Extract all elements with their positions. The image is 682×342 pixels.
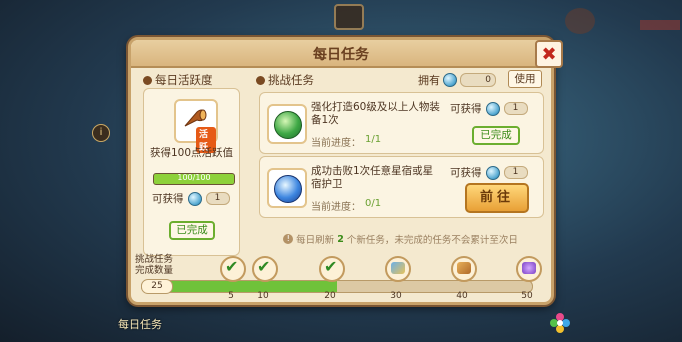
gem-icon: [485, 165, 500, 180]
close-icon: ✖: [541, 43, 557, 65]
side-info-icon[interactable]: i: [92, 124, 110, 142]
task-reward-count: 1: [503, 166, 528, 179]
refresh-notice: ! 每日刷新 2 个新任务，未完成的任务不会累计至次日: [263, 232, 538, 246]
own-label: 拥有: [418, 74, 440, 87]
milestone-reward-10[interactable]: ✔: [252, 256, 278, 282]
info-icon: !: [283, 234, 294, 244]
task-progress-label: 当前进度：: [311, 138, 361, 149]
reward-chest-icon: [391, 262, 405, 274]
notice-prefix: 每日刷新: [296, 235, 335, 246]
task-go-button[interactable]: 前往: [465, 183, 529, 213]
gem-icon: [443, 73, 457, 87]
task-progress-label: 当前进度：: [311, 202, 361, 213]
task-name: 成功击败1次任意星宿或星宿护卫: [311, 165, 434, 190]
dialog-title: 每日任务: [313, 47, 369, 63]
task-icon-slot[interactable]: [267, 104, 307, 144]
activity-completed-button[interactable]: 已完成: [169, 221, 215, 240]
task-reward-count: 1: [503, 102, 528, 115]
task-icon-slot[interactable]: [267, 168, 307, 208]
milestone-number: 50: [521, 291, 533, 301]
milestone-number: 5: [228, 291, 234, 301]
bullet-icon: [143, 75, 152, 85]
check-icon: ✔: [324, 257, 338, 276]
gem-icon: [485, 101, 500, 116]
notice-count: 2: [337, 233, 344, 245]
milestone-reward-50[interactable]: [516, 256, 542, 282]
milestone-reward-5[interactable]: ✔: [220, 256, 246, 282]
task-progress-value: 1/1: [365, 134, 382, 145]
task-reward: 可获得 1: [450, 165, 528, 180]
blue-gem-icon: [274, 175, 302, 203]
track-label-line2: 完成数量: [135, 265, 174, 276]
notice-suffix: 个新任务，未完成的任务不会累计至次日: [346, 235, 518, 246]
use-button[interactable]: 使用: [508, 70, 542, 88]
close-button[interactable]: ✖: [535, 40, 563, 68]
task-name: 强化打造60级及以上人物装备1次: [311, 101, 440, 126]
background-play-button: [334, 4, 364, 30]
activity-description: 获得100点活跃值: [149, 147, 234, 159]
task-card: 成功击败1次任意星宿或星宿护卫 当前进度： 0/1 可获得 1 前往: [259, 156, 544, 218]
milestone-number: 40: [456, 291, 468, 301]
gem-icon: [187, 191, 202, 206]
task-card: 强化打造60级及以上人物装备1次 当前进度： 1/1 可获得 1 已完成: [259, 92, 544, 154]
task-reward-label: 可获得: [450, 167, 482, 179]
track-label: 挑战任务 完成数量: [135, 254, 173, 276]
bullet-icon: [256, 75, 265, 85]
flower-icon[interactable]: [549, 312, 571, 334]
milestone-reward-30[interactable]: [385, 256, 411, 282]
milestone-number: 10: [257, 291, 269, 301]
challenge-title: 挑战任务: [268, 73, 314, 87]
activity-reward-label: 可获得: [152, 193, 184, 205]
own-count: 0: [460, 73, 496, 87]
daily-activity-title: 每日活跃度: [155, 73, 213, 87]
challenge-heading: 挑战任务: [256, 72, 314, 88]
activity-reward: 可获得 1: [152, 191, 230, 206]
milestone-number: 30: [390, 291, 402, 301]
owned-tokens: 拥有 0: [418, 72, 496, 88]
milestone-reward-40[interactable]: [451, 256, 477, 282]
task-completed-button[interactable]: 已完成: [472, 126, 520, 145]
background-ornament: [565, 8, 595, 34]
bottom-daily-task-label[interactable]: 每日任务: [118, 316, 162, 332]
green-orb-icon: [274, 111, 302, 139]
background-ribbon: [640, 20, 680, 30]
check-icon: ✔: [257, 257, 271, 276]
dialog-header: 每日任务: [131, 40, 551, 68]
task-reward-label: 可获得: [450, 103, 482, 115]
milestone-number: 20: [324, 291, 336, 301]
task-progress-value: 0/1: [365, 198, 382, 209]
activity-reward-count: 1: [205, 192, 230, 205]
activity-reward-slot[interactable]: 活跃: [174, 99, 218, 153]
reward-potion-icon: [522, 262, 536, 274]
activity-progress-text: 100/100: [177, 173, 211, 182]
activity-progress-bar: 100/100: [153, 173, 235, 185]
task-reward: 可获得 1: [450, 101, 528, 116]
milestone-reward-20[interactable]: ✔: [319, 256, 345, 282]
challenge-current-count: 25: [141, 279, 173, 294]
reward-bag-icon: [457, 262, 471, 274]
daily-activity-panel: 活跃 获得100点活跃值 100/100 可获得 1 已完成: [143, 88, 240, 256]
track-label-line1: 挑战任务: [135, 254, 174, 265]
daily-activity-heading: 每日活跃度: [143, 72, 213, 88]
check-icon: ✔: [225, 257, 239, 276]
